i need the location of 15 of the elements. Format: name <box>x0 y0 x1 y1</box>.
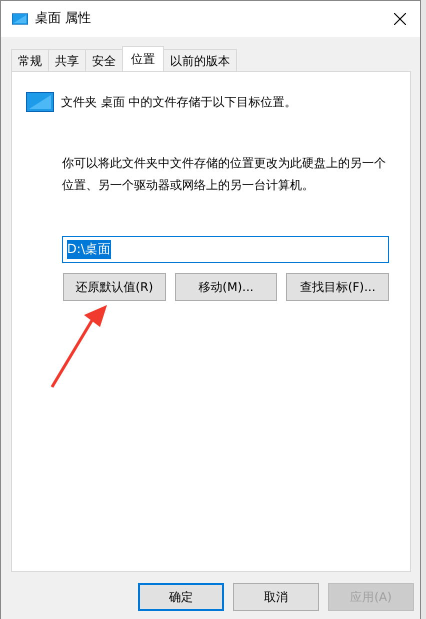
dialog-button[interactable]: 确定 <box>138 583 224 611</box>
close-icon[interactable] <box>394 13 406 25</box>
dialog-button[interactable]: 取消 <box>233 583 319 611</box>
location-heading: 文件夹 桌面 中的文件存储于以下目标位置。 <box>61 94 297 111</box>
tab[interactable]: 位置 <box>122 46 164 71</box>
path-field[interactable]: D:\桌面 <box>62 236 389 263</box>
description-text: 你可以将此文件夹中文件存储的位置更改为此硬盘上的另一个位置、另一个驱动器或网络上的另一台计算机。 <box>62 155 387 194</box>
folder-icon <box>12 13 28 25</box>
folder-icon <box>26 92 54 112</box>
tab[interactable]: 常规 <box>11 49 49 71</box>
tab[interactable]: 以前的版本 <box>163 49 237 71</box>
window-title: 桌面 属性 <box>35 10 92 28</box>
dialog-button[interactable]: 查找目标(F)... <box>286 273 390 301</box>
dialog-button[interactable]: 移动(M)... <box>174 273 278 301</box>
dialog-button[interactable]: 还原默认值(R) <box>63 273 166 301</box>
